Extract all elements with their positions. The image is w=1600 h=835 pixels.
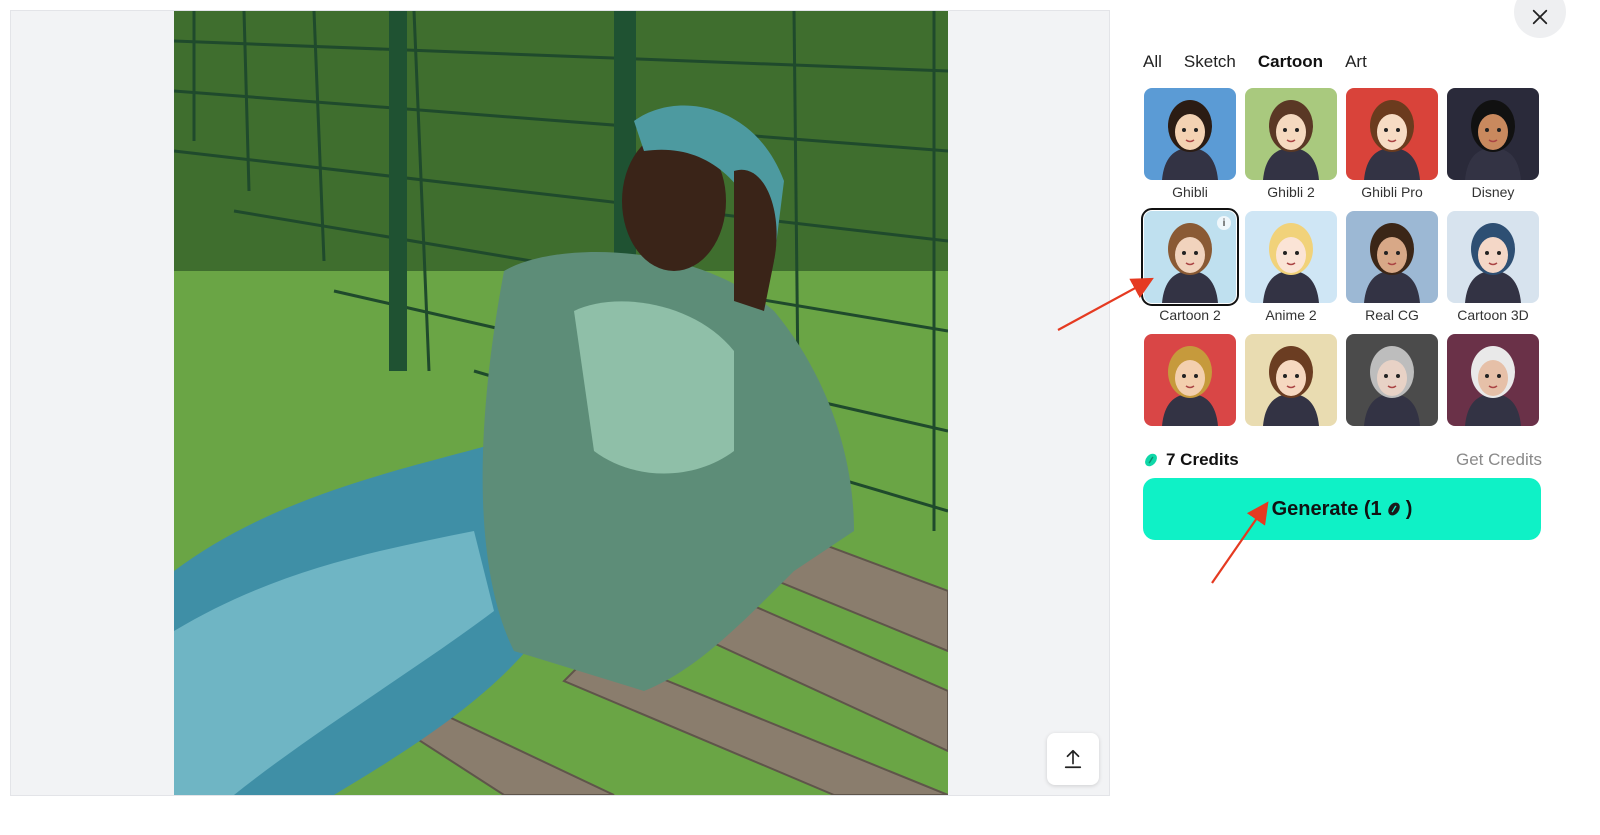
bean-icon [1387,502,1400,516]
tab-sketch[interactable]: Sketch [1184,52,1236,72]
tab-art[interactable]: Art [1345,52,1367,72]
style-thumbnail [1245,88,1337,180]
style-category-tabs: All Sketch Cartoon Art [1143,52,1389,72]
style-item-unlabeled-10[interactable] [1346,334,1438,430]
style-thumbnail [1245,211,1337,303]
style-item-ghibli-pro[interactable]: Ghibli Pro [1346,88,1438,200]
app-root: All Sketch Cartoon Art Ghibli Ghibli 2 Ghibli… [0,0,1600,835]
style-thumbnail [1447,211,1539,303]
image-preview-panel [10,10,1110,796]
style-label: Real CG [1365,307,1419,323]
generate-label-suffix: ) [1405,497,1413,520]
style-label: Ghibli 2 [1267,184,1315,200]
style-label: Ghibli [1172,184,1208,200]
style-label: Ghibli Pro [1361,184,1423,200]
style-item-unlabeled-9[interactable] [1245,334,1337,430]
style-thumbnail [1447,334,1539,426]
tab-cartoon[interactable]: Cartoon [1258,52,1323,72]
generate-button[interactable]: Generate (1 ) [1143,478,1541,540]
tab-all[interactable]: All [1143,52,1162,72]
style-item-anime-2[interactable]: Anime 2 [1245,211,1337,323]
info-icon[interactable]: i [1217,216,1231,230]
style-item-disney[interactable]: Disney [1447,88,1539,200]
style-thumbnail [1346,88,1438,180]
style-thumbnail [1144,334,1236,426]
style-item-cartoon-3d[interactable]: Cartoon 3D [1447,211,1539,323]
style-item-ghibli[interactable]: Ghibli [1144,88,1236,200]
generate-label: Generate (1 [1271,497,1382,520]
style-grid: Ghibli Ghibli 2 Ghibli Pro Disney i Cartoon 2… [1140,86,1545,432]
uploaded-photo [174,11,948,795]
style-label: Disney [1471,184,1515,200]
style-item-ghibli-2[interactable]: Ghibli 2 [1245,88,1337,200]
style-thumbnail [1346,334,1438,426]
style-label: Anime 2 [1265,307,1317,323]
style-label: Cartoon 3D [1457,307,1529,323]
upload-icon [1064,749,1082,769]
style-item-unlabeled-8[interactable] [1144,334,1236,430]
style-thumbnail: i [1141,208,1239,306]
credits-balance: 7 Credits [1143,450,1239,470]
close-icon [1532,9,1548,25]
style-thumbnail [1144,88,1236,180]
style-grid-scroll[interactable]: Ghibli Ghibli 2 Ghibli Pro Disney i Cartoon 2… [1140,86,1545,438]
upload-button[interactable] [1047,733,1099,785]
get-credits-link[interactable]: Get Credits [1456,450,1542,470]
style-thumbnail [1447,88,1539,180]
credits-text: 7 Credits [1166,450,1239,469]
style-item-real-cg[interactable]: Real CG [1346,211,1438,323]
close-button[interactable] [1514,0,1566,38]
style-thumbnail [1346,211,1438,303]
style-thumbnail [1245,334,1337,426]
bean-icon [1145,453,1157,467]
style-label: Cartoon 2 [1159,307,1221,323]
style-item-cartoon-2[interactable]: i Cartoon 2 [1141,208,1239,323]
style-item-unlabeled-11[interactable] [1447,334,1539,430]
